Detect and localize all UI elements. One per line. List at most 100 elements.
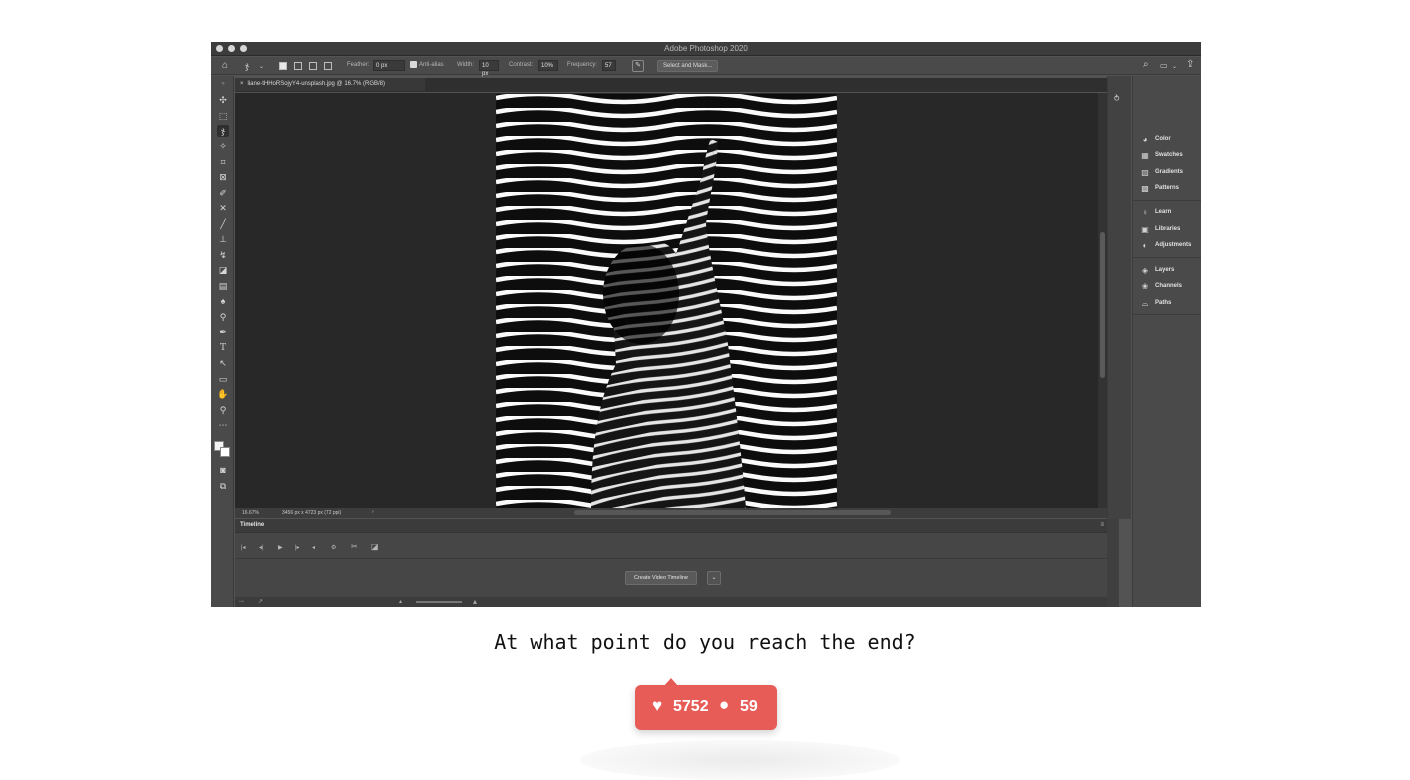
background-color-swatch[interactable]: [220, 447, 230, 457]
panel-menu-icon[interactable]: ≡: [1100, 522, 1104, 528]
collapse-tools-icon[interactable]: »: [217, 78, 229, 90]
history-panel-icon[interactable]: ⥁: [1114, 94, 1119, 103]
rectangle-tool-icon[interactable]: ▭: [217, 373, 229, 385]
reaction-badge[interactable]: ♥ 5752 ● 59: [635, 685, 777, 730]
home-icon[interactable]: ⌂: [222, 61, 228, 71]
panel-color-label: Color: [1155, 136, 1171, 142]
timeline-zoom-slider[interactable]: [416, 601, 462, 603]
select-and-mask-button[interactable]: Select and Mask...: [657, 60, 719, 72]
magic-wand-tool-icon[interactable]: ✧: [217, 140, 229, 152]
transition-icon[interactable]: ◪: [371, 542, 379, 551]
subtract-selection-icon[interactable]: [309, 62, 317, 70]
right-panels: ◕ Color ▦ Swatches ▧ Gradients ▩ Pattern…: [1132, 76, 1201, 607]
panel-swatches[interactable]: ▦ Swatches: [1133, 148, 1201, 164]
panel-divider: [1133, 200, 1201, 201]
panel-gradients[interactable]: ▧ Gradients: [1133, 165, 1201, 181]
lasso-tool-icon[interactable]: ჯ: [217, 125, 229, 137]
paths-icon: ⌓: [1141, 299, 1149, 308]
quick-mask-icon[interactable]: ◙: [217, 464, 229, 476]
settings-gear-icon[interactable]: ⚙: [331, 544, 336, 551]
panel-patterns[interactable]: ▩ Patterns: [1133, 181, 1201, 197]
title-bar: Adobe Photoshop 2020: [211, 42, 1201, 56]
dodge-tool-icon[interactable]: ⚲: [217, 311, 229, 323]
clone-stamp-tool-icon[interactable]: ⊥: [217, 233, 229, 245]
new-selection-icon[interactable]: [279, 62, 287, 70]
hand-tool-icon[interactable]: ✋: [217, 388, 229, 400]
feather-label: Feather:: [347, 62, 370, 68]
frame-counter-icon[interactable]: ▫▫▫: [239, 599, 244, 605]
more-tools-icon[interactable]: ⋯: [217, 419, 229, 431]
first-frame-icon[interactable]: |◂: [241, 544, 246, 551]
create-video-timeline-button[interactable]: Create Video Timeline: [625, 571, 698, 585]
frequency-input[interactable]: 57: [602, 60, 616, 71]
panel-layers[interactable]: ◈ Layers: [1133, 263, 1201, 279]
panel-channels[interactable]: ❀ Channels: [1133, 279, 1201, 295]
search-icon[interactable]: ⌕: [1143, 60, 1149, 70]
share-icon[interactable]: ⇪: [1186, 60, 1194, 70]
frame-tool-icon[interactable]: ⊠: [217, 171, 229, 183]
timeline-tab[interactable]: Timeline: [240, 522, 264, 528]
split-scissors-icon[interactable]: ✂: [351, 542, 358, 551]
pen-pressure-icon[interactable]: ✎: [632, 60, 644, 72]
window-title: Adobe Photoshop 2020: [664, 44, 748, 53]
horizontal-scroll-thumb[interactable]: [574, 510, 891, 515]
brush-tool-icon[interactable]: ╱: [217, 218, 229, 230]
workspace-icon[interactable]: ▭: [1160, 61, 1168, 71]
history-brush-tool-icon[interactable]: ↯: [217, 249, 229, 261]
panel-channels-label: Channels: [1155, 283, 1183, 289]
document-image[interactable]: [496, 94, 837, 508]
type-tool-icon[interactable]: T: [217, 342, 229, 354]
blur-tool-icon[interactable]: ♠: [217, 295, 229, 307]
panel-adjustments[interactable]: ◐ Adjustments: [1133, 238, 1201, 254]
anti-alias-checkbox[interactable]: [410, 61, 417, 68]
next-frame-icon[interactable]: |▸: [295, 544, 300, 551]
previous-frame-icon[interactable]: ◂|: [259, 544, 264, 551]
frequency-label: Frequency:: [567, 62, 598, 68]
play-icon[interactable]: ▶: [278, 544, 283, 551]
vertical-scroll-thumb[interactable]: [1100, 232, 1105, 378]
feather-input[interactable]: 0 px: [373, 60, 405, 71]
panel-learn[interactable]: ♀ Learn: [1133, 205, 1201, 221]
chevron-down-icon[interactable]: ⌄: [259, 62, 264, 72]
close-tab-icon[interactable]: ×: [240, 81, 244, 87]
path-selection-tool-icon[interactable]: ↖: [217, 357, 229, 369]
timeline-footer: ▫▫▫ ↗ ▴ ▴: [235, 597, 1107, 607]
panel-libraries[interactable]: ▣ Libraries: [1133, 222, 1201, 238]
panel-divider: [1133, 314, 1201, 315]
gradients-icon: ▧: [1141, 168, 1149, 177]
panel-layers-label: Layers: [1155, 267, 1175, 273]
add-selection-icon[interactable]: [294, 62, 302, 70]
zoom-level[interactable]: 16.67%: [242, 510, 259, 516]
marquee-tool-icon[interactable]: ⬚: [217, 110, 229, 122]
panel-swatches-label: Swatches: [1155, 152, 1183, 158]
timeline-dropdown-chevron-icon[interactable]: ⌄: [707, 571, 721, 585]
zoom-out-mountain-icon[interactable]: ▴: [399, 598, 402, 605]
intersect-selection-icon[interactable]: [324, 62, 332, 70]
pen-tool-icon[interactable]: ✒: [217, 326, 229, 338]
eyedropper-tool-icon[interactable]: ✐: [217, 187, 229, 199]
healing-brush-tool-icon[interactable]: ✕: [217, 202, 229, 214]
workspace-chevron-icon[interactable]: ⌄: [1172, 62, 1177, 72]
zoom-in-mountain-icon[interactable]: ▴: [473, 597, 477, 606]
panel-color[interactable]: ◕ Color: [1133, 132, 1201, 148]
screen-mode-icon[interactable]: ⧉: [217, 480, 229, 492]
heart-icon: ♥: [652, 696, 663, 715]
panel-paths[interactable]: ⌓ Paths: [1133, 296, 1201, 312]
crop-tool-icon[interactable]: ⌗: [217, 156, 229, 168]
gradient-tool-icon[interactable]: ▤: [217, 280, 229, 292]
eraser-tool-icon[interactable]: ◪: [217, 264, 229, 276]
document-tab[interactable]: × liane-tHHoRSojyY4-unsplash.jpg @ 16.7% …: [235, 78, 425, 91]
timeline-side-strip: [1107, 519, 1119, 607]
contrast-label: Contrast:: [509, 62, 534, 68]
width-input[interactable]: 10 px: [479, 60, 499, 77]
panel-libraries-label: Libraries: [1155, 226, 1181, 232]
audio-icon[interactable]: ◂: [312, 544, 315, 551]
zoom-tool-icon[interactable]: ⚲: [217, 404, 229, 416]
move-tool-icon[interactable]: ✣: [217, 94, 229, 106]
status-menu-arrow[interactable]: ›: [372, 509, 374, 515]
swatches-icon: ▦: [1141, 151, 1149, 160]
tools-panel: » ✣ ⬚ ჯ ✧ ⌗ ⊠ ✐ ✕ ╱ ⊥ ↯ ◪ ▤ ♠ ⚲ ✒ T ↖ ▭ …: [211, 76, 234, 607]
convert-icon[interactable]: ↗: [258, 598, 263, 605]
magnetic-lasso-icon[interactable]: ჯ: [245, 61, 249, 71]
contrast-input[interactable]: 10%: [538, 60, 558, 71]
